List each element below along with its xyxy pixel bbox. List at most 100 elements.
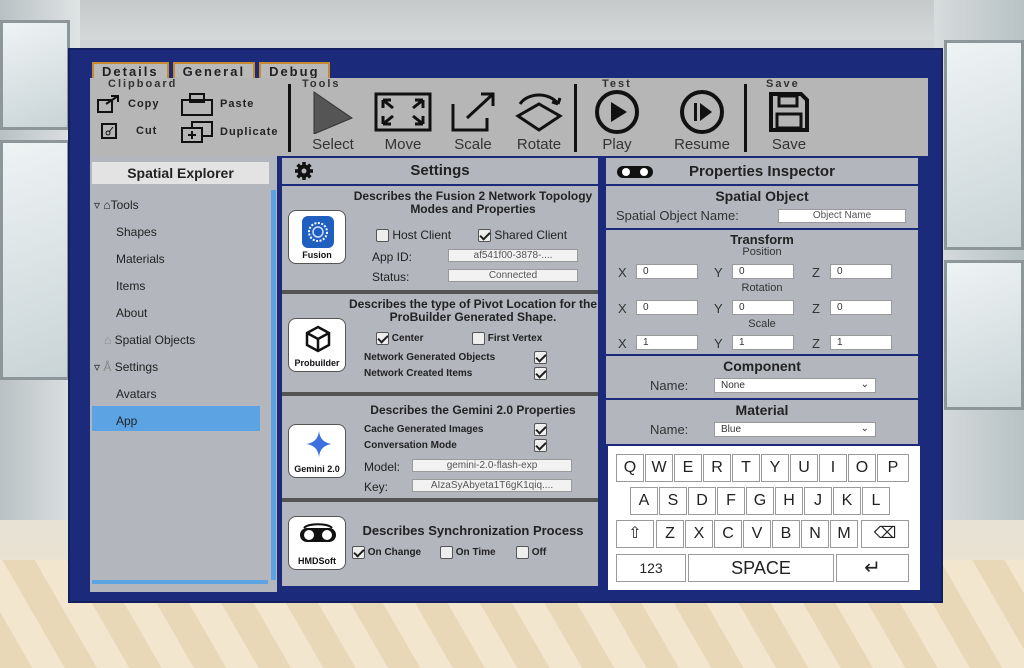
first-vertex-checkbox[interactable] — [472, 332, 485, 345]
on-change-checkbox[interactable] — [352, 546, 365, 559]
virtual-keyboard: Q W E R T Y U I O P A S D F G H J K L ⇧ … — [608, 446, 920, 590]
key-a[interactable]: A — [630, 487, 658, 515]
y-label: Y — [714, 265, 723, 280]
tree-item-spatial-objects[interactable]: ⌂ Spatial Objects — [104, 333, 195, 347]
hmdsoft-logo: HMDSoft — [288, 516, 346, 570]
key-x[interactable]: X — [685, 520, 713, 548]
key-m[interactable]: M — [830, 520, 858, 548]
position-y-field[interactable]: 0 — [732, 264, 794, 279]
on-time-checkbox[interactable] — [440, 546, 453, 559]
key-k[interactable]: K — [833, 487, 861, 515]
play-icon — [595, 90, 639, 134]
position-z-field[interactable]: 0 — [830, 264, 892, 279]
key-l[interactable]: L — [862, 487, 890, 515]
vertical-scrollbar[interactable] — [271, 190, 276, 580]
vr-headset-icon — [300, 523, 336, 542]
scale-z-field[interactable]: 1 — [830, 335, 892, 350]
key-d[interactable]: D — [688, 487, 716, 515]
rotation-x-field[interactable]: 0 — [636, 300, 698, 315]
scale-y-field[interactable]: 1 — [732, 335, 794, 350]
cache-images-checkbox[interactable] — [534, 423, 547, 436]
model-field[interactable]: gemini-2.0-flash-exp — [412, 459, 572, 472]
key-v[interactable]: V — [743, 520, 771, 548]
numbers-key[interactable]: 123 — [616, 554, 686, 582]
scale-button[interactable]: Scale — [440, 90, 506, 153]
probuilder-logo-label: Probuilder — [294, 358, 340, 368]
copy-button[interactable]: Copy — [96, 94, 160, 114]
object-name-field[interactable]: Object Name — [778, 209, 906, 223]
material-dropdown[interactable]: Blue ⌄ — [714, 422, 876, 437]
shared-client-option[interactable]: Shared Client — [478, 228, 567, 243]
tree-item-app[interactable]: App — [116, 414, 137, 428]
fusion-description: Describes the Fusion 2 Network Topology … — [353, 189, 593, 216]
center-option[interactable]: Center — [376, 332, 423, 345]
on-time-option[interactable]: On Time — [440, 546, 496, 559]
tree-item-materials[interactable]: Materials — [116, 252, 165, 266]
host-client-option[interactable]: Host Client — [376, 228, 451, 243]
key-field[interactable]: AIzaSyAbyeta1T6gK1qiq.... — [412, 479, 572, 492]
app-id-field[interactable]: af541f00-3878-.... — [448, 249, 578, 262]
key-r[interactable]: R — [703, 454, 731, 482]
key-y[interactable]: Y — [761, 454, 789, 482]
position-x-field[interactable]: 0 — [636, 264, 698, 279]
hmdsoft-logo-label: HMDSoft — [298, 556, 336, 566]
shared-client-checkbox[interactable] — [478, 229, 491, 243]
key-h[interactable]: H — [775, 487, 803, 515]
move-button[interactable]: Move — [370, 90, 436, 153]
save-button[interactable]: Save — [756, 90, 822, 153]
key-q[interactable]: Q — [616, 454, 644, 482]
rotation-y-field[interactable]: 0 — [732, 300, 794, 315]
key-j[interactable]: J — [804, 487, 832, 515]
off-option[interactable]: Off — [516, 546, 546, 559]
backspace-key[interactable]: ⌫ — [861, 520, 909, 548]
y-label: Y — [714, 301, 723, 316]
tree-item-settings[interactable]: ▿ Å Settings — [94, 360, 158, 374]
tree-item-avatars[interactable]: Avatars — [116, 387, 156, 401]
tree-item-shapes[interactable]: Shapes — [116, 225, 157, 239]
key-i[interactable]: I — [819, 454, 847, 482]
enter-key[interactable]: ↵ — [836, 554, 909, 582]
key-p[interactable]: P — [877, 454, 909, 482]
key-b[interactable]: B — [772, 520, 800, 548]
rotate-button[interactable]: Rotate — [506, 90, 572, 153]
off-checkbox[interactable] — [516, 546, 529, 559]
key-z[interactable]: Z — [656, 520, 684, 548]
net-created-checkbox[interactable] — [534, 367, 547, 380]
key-t[interactable]: T — [732, 454, 760, 482]
paste-button[interactable]: Paste — [180, 92, 254, 116]
copy-icon — [97, 95, 119, 113]
tree-item-about[interactable]: About — [116, 306, 147, 320]
material-title: Material — [735, 402, 789, 418]
key-o[interactable]: O — [848, 454, 876, 482]
first-vertex-option[interactable]: First Vertex — [472, 332, 542, 345]
cut-button[interactable]: Cut — [100, 122, 157, 140]
net-gen-checkbox[interactable] — [534, 351, 547, 364]
host-client-checkbox[interactable] — [376, 229, 389, 243]
net-created-label: Network Created Items — [364, 368, 473, 379]
scale-x-field[interactable]: 1 — [636, 335, 698, 350]
on-change-option[interactable]: On Change — [352, 546, 421, 559]
key-g[interactable]: G — [746, 487, 774, 515]
horizontal-scrollbar[interactable] — [92, 580, 268, 584]
rotation-z-field[interactable]: 0 — [830, 300, 892, 315]
key-f[interactable]: F — [717, 487, 745, 515]
resume-button[interactable]: Resume — [662, 90, 742, 153]
play-button[interactable]: Play — [584, 90, 650, 153]
duplicate-button[interactable]: Duplicate — [180, 120, 279, 144]
editor-panel: Details General Debug Clipboard Tools Te… — [68, 48, 943, 603]
key-c[interactable]: C — [714, 520, 742, 548]
shift-key[interactable]: ⇧ — [616, 520, 654, 548]
center-checkbox[interactable] — [376, 332, 389, 345]
key-e[interactable]: E — [674, 454, 702, 482]
space-key[interactable]: SPACE — [688, 554, 834, 582]
select-button[interactable]: Select — [300, 90, 366, 153]
key-n[interactable]: N — [801, 520, 829, 548]
key-w[interactable]: W — [645, 454, 673, 482]
key-u[interactable]: U — [790, 454, 818, 482]
tree-item-tools[interactable]: ▿ ⌂Tools — [94, 198, 139, 212]
z-label: Z — [812, 301, 820, 316]
component-dropdown[interactable]: None ⌄ — [714, 378, 876, 393]
conversation-mode-checkbox[interactable] — [534, 439, 547, 452]
tree-item-items[interactable]: Items — [116, 279, 145, 293]
key-s[interactable]: S — [659, 487, 687, 515]
